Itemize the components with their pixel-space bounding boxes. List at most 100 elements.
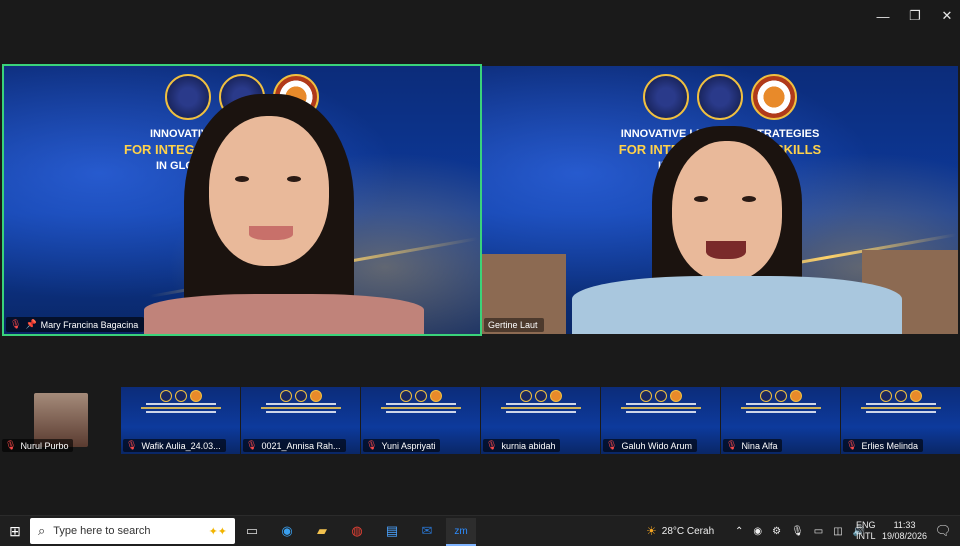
- participant-name: Galuh Wido Arum: [621, 440, 692, 451]
- banner-line: [260, 407, 341, 409]
- weather-widget[interactable]: ☀ 28°C Cerah: [646, 516, 714, 546]
- banner-logos: [361, 390, 480, 402]
- banner-title: [841, 403, 960, 417]
- banner-line: [265, 403, 336, 405]
- participant-video-person: [572, 66, 912, 334]
- person-shirt: [144, 294, 424, 334]
- logo-icon: [294, 390, 307, 402]
- banner-line: [620, 407, 701, 409]
- thumbnail-tile[interactable]: 🎙 Erlies Melinda: [841, 387, 960, 454]
- search-icon: ⌕: [38, 523, 46, 538]
- settings-icon[interactable]: ⚙: [772, 526, 781, 537]
- mic-muted-icon: 🎙: [10, 319, 22, 329]
- logo-icon: [519, 390, 532, 402]
- logo-icon: [159, 390, 172, 402]
- participant-name: Nina Alfa: [741, 440, 778, 451]
- pin-icon: 📌: [25, 319, 37, 329]
- restore-button[interactable]: ❐: [898, 0, 932, 32]
- person-shirt: [572, 276, 902, 334]
- person-eye: [694, 196, 708, 202]
- microphone-icon[interactable]: 🎙: [791, 526, 804, 537]
- name-tag: 🎙 Erlies Melinda: [843, 439, 923, 452]
- banner-line: [625, 411, 696, 413]
- logo-icon: [759, 390, 772, 402]
- clock-time: 11:33: [893, 520, 916, 530]
- banner-line: [745, 411, 816, 413]
- edge-browser-icon[interactable]: ◉: [277, 521, 297, 541]
- name-tag: Gertine Laut: [484, 318, 544, 332]
- thumbnail-tile[interactable]: 🎙 kurnia abidah: [481, 387, 600, 454]
- banner-title: [241, 403, 360, 417]
- thumbnail-tile[interactable]: 🎙 Wafik Aulia_24.03...: [121, 387, 240, 454]
- person-mouth: [706, 241, 746, 259]
- windows-start-icon[interactable]: ⊞: [5, 521, 25, 541]
- video-tile-participant[interactable]: INNOVATIVE LEARNING STRATEGIES FOR INTEG…: [482, 66, 958, 334]
- name-tag: 🎙 Nurul Purbo: [2, 439, 74, 452]
- minimize-button[interactable]: —: [866, 0, 900, 32]
- mic-muted-icon: 🎙: [126, 440, 138, 450]
- logo-icon: [309, 390, 322, 402]
- battery-icon[interactable]: ▭: [814, 526, 823, 537]
- zoom-app-icon[interactable]: zm: [446, 518, 476, 546]
- banner-line: [265, 411, 336, 413]
- banner-logos: [121, 390, 240, 402]
- outlook-icon[interactable]: ✉: [417, 521, 437, 541]
- thumbnail-tile[interactable]: 🎙 Galuh Wido Arum: [601, 387, 720, 454]
- participant-name: Yuni Aspriyati: [381, 440, 436, 451]
- logo-icon: [879, 390, 892, 402]
- mic-muted-icon: 🎙: [246, 440, 258, 450]
- mic-muted-icon: 🎙: [606, 440, 618, 450]
- language-code: ENG: [856, 520, 876, 530]
- weather-sun-icon: ☀: [646, 524, 657, 538]
- name-tag: 🎙 Galuh Wido Arum: [603, 439, 697, 452]
- banner-line: [740, 407, 821, 409]
- microsoft-store-icon[interactable]: ▤: [382, 521, 402, 541]
- banner-logos: [241, 390, 360, 402]
- network-icon[interactable]: ◫: [833, 526, 842, 537]
- banner-title: [121, 403, 240, 417]
- logo-icon: [774, 390, 787, 402]
- chevron-up-icon[interactable]: ⌃: [735, 526, 743, 537]
- language-indicator[interactable]: ENG INTL: [856, 516, 876, 546]
- task-view-icon[interactable]: ▭: [242, 521, 262, 541]
- sparkle-icon: ✦✦: [208, 525, 227, 538]
- clock[interactable]: 11:33 19/08/2026: [882, 516, 927, 546]
- notification-icon[interactable]: 🗨: [933, 521, 953, 541]
- thumbnail-tile[interactable]: 🎙 Nina Alfa: [721, 387, 840, 454]
- thumbnail-tile[interactable]: 🎙 Yuni Aspriyati: [361, 387, 480, 454]
- window-titlebar: — ❐ ✕: [0, 0, 960, 32]
- name-tag: 🎙 Yuni Aspriyati: [363, 439, 441, 452]
- windows-taskbar: ⊞ ⌕ Type here to search ✦✦ ▭ ◉ ▰ ◍ ▤ ✉ z…: [0, 515, 960, 546]
- mic-muted-icon: 🎙: [726, 440, 738, 450]
- thumbnail-tile[interactable]: 🎙 Nurul Purbo: [0, 387, 120, 454]
- chrome-browser-icon[interactable]: ◍: [347, 521, 367, 541]
- logo-icon: [174, 390, 187, 402]
- logo-icon: [639, 390, 652, 402]
- banner-line: [140, 407, 221, 409]
- banner-line: [505, 411, 576, 413]
- logo-icon: [894, 390, 907, 402]
- logo-icon: [654, 390, 667, 402]
- file-explorer-icon[interactable]: ▰: [312, 521, 332, 541]
- person-eye: [287, 176, 301, 182]
- video-tile-active-speaker[interactable]: INNOVATIVE LEA FOR INTEGRATING IN GLOBAL…: [2, 64, 482, 336]
- participant-thumbnail-strip: 🎙 Nurul Purbo 🎙 Wafik Aulia_24.03... 🎙 0…: [0, 387, 960, 454]
- mic-muted-icon: 🎙: [366, 440, 378, 450]
- banner-line: [745, 403, 816, 405]
- thumbnail-tile[interactable]: 🎙 0021_Annisa Rah...: [241, 387, 360, 454]
- banner-title: [361, 403, 480, 417]
- video-stage: INNOVATIVE LEA FOR INTEGRATING IN GLOBAL…: [0, 32, 960, 512]
- mic-muted-icon: 🎙: [5, 440, 17, 450]
- participant-name: Gertine Laut: [488, 320, 538, 330]
- close-button[interactable]: ✕: [930, 0, 960, 32]
- banner-line: [865, 411, 936, 413]
- banner-line: [505, 403, 576, 405]
- record-icon[interactable]: ◉: [753, 526, 762, 537]
- person-eye: [742, 196, 756, 202]
- banner-logos: [601, 390, 720, 402]
- mic-muted-icon: 🎙: [486, 440, 498, 450]
- participant-name: Nurul Purbo: [20, 440, 69, 451]
- taskbar-search-box[interactable]: ⌕ Type here to search ✦✦: [30, 518, 235, 544]
- banner-line: [500, 407, 581, 409]
- logo-icon: [909, 390, 922, 402]
